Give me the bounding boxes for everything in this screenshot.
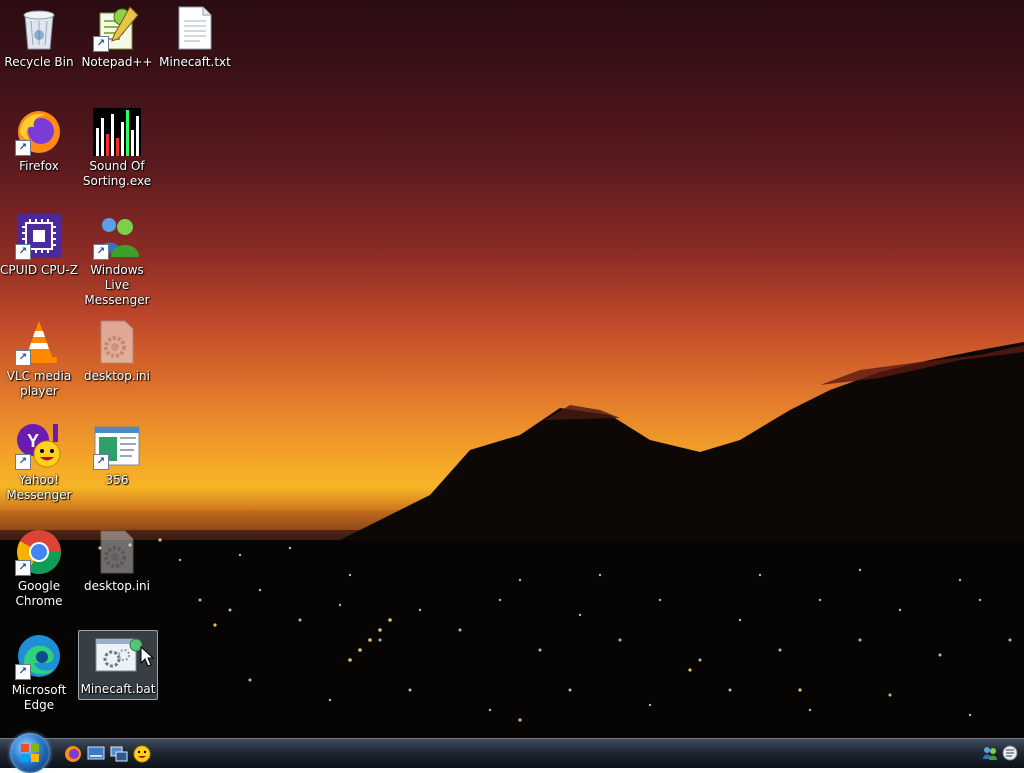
- batch-file-icon: [94, 631, 142, 679]
- messenger-status-icon[interactable]: [982, 745, 998, 761]
- desktop-icon-minecaft-txt[interactable]: Minecaft.txt: [156, 4, 234, 70]
- desktop-icon-label: CPUID CPU-Z: [0, 263, 78, 277]
- firefox-icon: ↗: [15, 108, 63, 156]
- desktop-icon-windows-live-messenger[interactable]: ↗ Windows Live Messenger: [78, 212, 156, 308]
- desktop[interactable]: Recycle Bin ↗ Firefox ↗ CPUID CPU-Z ↗ VL…: [0, 0, 1024, 738]
- desktop-icon-recycle-bin[interactable]: Recycle Bin: [0, 4, 78, 70]
- start-button[interactable]: [10, 733, 50, 773]
- desktop-icon-label: Windows Live Messenger: [84, 263, 150, 307]
- taskbar: [0, 733, 1024, 773]
- settings-file-icon: [93, 318, 141, 366]
- cpu-z-icon: ↗: [15, 212, 63, 260]
- chrome-icon: ↗: [15, 528, 63, 576]
- desktop-icon-label: Minecaft.bat: [80, 682, 156, 696]
- yahoo-messenger-icon: [133, 745, 151, 763]
- edge-icon: ↗: [15, 632, 63, 680]
- desktop-icon-label: Sound Of Sorting.exe: [82, 159, 152, 188]
- desktop-icon-desktop-ini-1[interactable]: desktop.ini: [78, 318, 156, 384]
- shortcut-arrow-icon: ↗: [15, 454, 31, 470]
- switch-windows-icon: [110, 746, 128, 762]
- mouse-cursor-icon: [140, 646, 154, 667]
- firefox-icon: [65, 746, 81, 762]
- show-desktop-icon: [87, 746, 105, 760]
- recycle-bin-icon: [15, 4, 63, 52]
- desktop-icon-label: desktop.ini: [84, 369, 150, 383]
- desktop-icon-sound-of-sorting[interactable]: Sound Of Sorting.exe: [78, 108, 156, 189]
- messenger-icon[interactable]: [1002, 745, 1018, 761]
- application-window-icon: ↗: [93, 422, 141, 470]
- desktop-icon-desktop-ini-2[interactable]: desktop.ini: [78, 528, 156, 594]
- desktop-icon-label: Firefox: [19, 159, 59, 173]
- quick-launch-yahoo-messenger[interactable]: [133, 745, 151, 763]
- settings-file-icon: [93, 528, 141, 576]
- desktop-icon-356[interactable]: ↗ 356: [78, 422, 156, 488]
- windows-logo-icon: [21, 744, 39, 762]
- quick-launch-switch-windows[interactable]: [110, 745, 128, 763]
- quick-launch-show-desktop[interactable]: [87, 745, 105, 763]
- desktop-icon-vlc[interactable]: ↗ VLC media player: [0, 318, 78, 399]
- windows-live-messenger-icon: ↗: [93, 212, 141, 260]
- system-tray: [982, 745, 1018, 761]
- shortcut-arrow-icon: ↗: [15, 664, 31, 680]
- desktop-icon-label: Microsoft Edge: [11, 683, 67, 712]
- notepad-plus-plus-icon: ↗: [93, 4, 141, 52]
- shortcut-arrow-icon: ↗: [15, 140, 31, 156]
- desktop-icon-notepad-plus-plus[interactable]: ↗ Notepad++: [78, 4, 156, 70]
- desktop-icon-label: 356: [105, 473, 129, 487]
- desktop-icon-label: Recycle Bin: [4, 55, 74, 69]
- desktop-icon-firefox[interactable]: ↗ Firefox: [0, 108, 78, 174]
- shortcut-arrow-icon: ↗: [15, 560, 31, 576]
- shortcut-arrow-icon: ↗: [93, 36, 109, 52]
- shortcut-arrow-icon: ↗: [15, 244, 31, 260]
- shortcut-arrow-icon: ↗: [93, 244, 109, 260]
- desktop-icon-label: desktop.ini: [84, 579, 150, 593]
- shortcut-arrow-icon: ↗: [15, 350, 31, 366]
- desktop-icon-microsoft-edge[interactable]: ↗ Microsoft Edge: [0, 632, 78, 713]
- quick-launch-firefox[interactable]: [64, 745, 82, 763]
- desktop-icon-label: Yahoo! Messenger: [6, 473, 72, 502]
- desktop-icon-google-chrome[interactable]: ↗ Google Chrome: [0, 528, 78, 609]
- yahoo-messenger-icon: Y ↗: [15, 422, 63, 470]
- desktop-icon-yahoo-messenger[interactable]: Y ↗ Yahoo! Messenger: [0, 422, 78, 503]
- shortcut-arrow-icon: ↗: [93, 454, 109, 470]
- vlc-icon: ↗: [15, 318, 63, 366]
- desktop-icon-label: Minecaft.txt: [159, 55, 231, 69]
- desktop-icon-label: Google Chrome: [15, 579, 63, 608]
- desktop-icon-label: Notepad++: [81, 55, 153, 69]
- desktop-icon-cpu-z[interactable]: ↗ CPUID CPU-Z: [0, 212, 78, 278]
- desktop-icon-label: VLC media player: [6, 369, 72, 398]
- sound-of-sorting-icon: [93, 108, 141, 156]
- text-file-icon: [171, 4, 219, 52]
